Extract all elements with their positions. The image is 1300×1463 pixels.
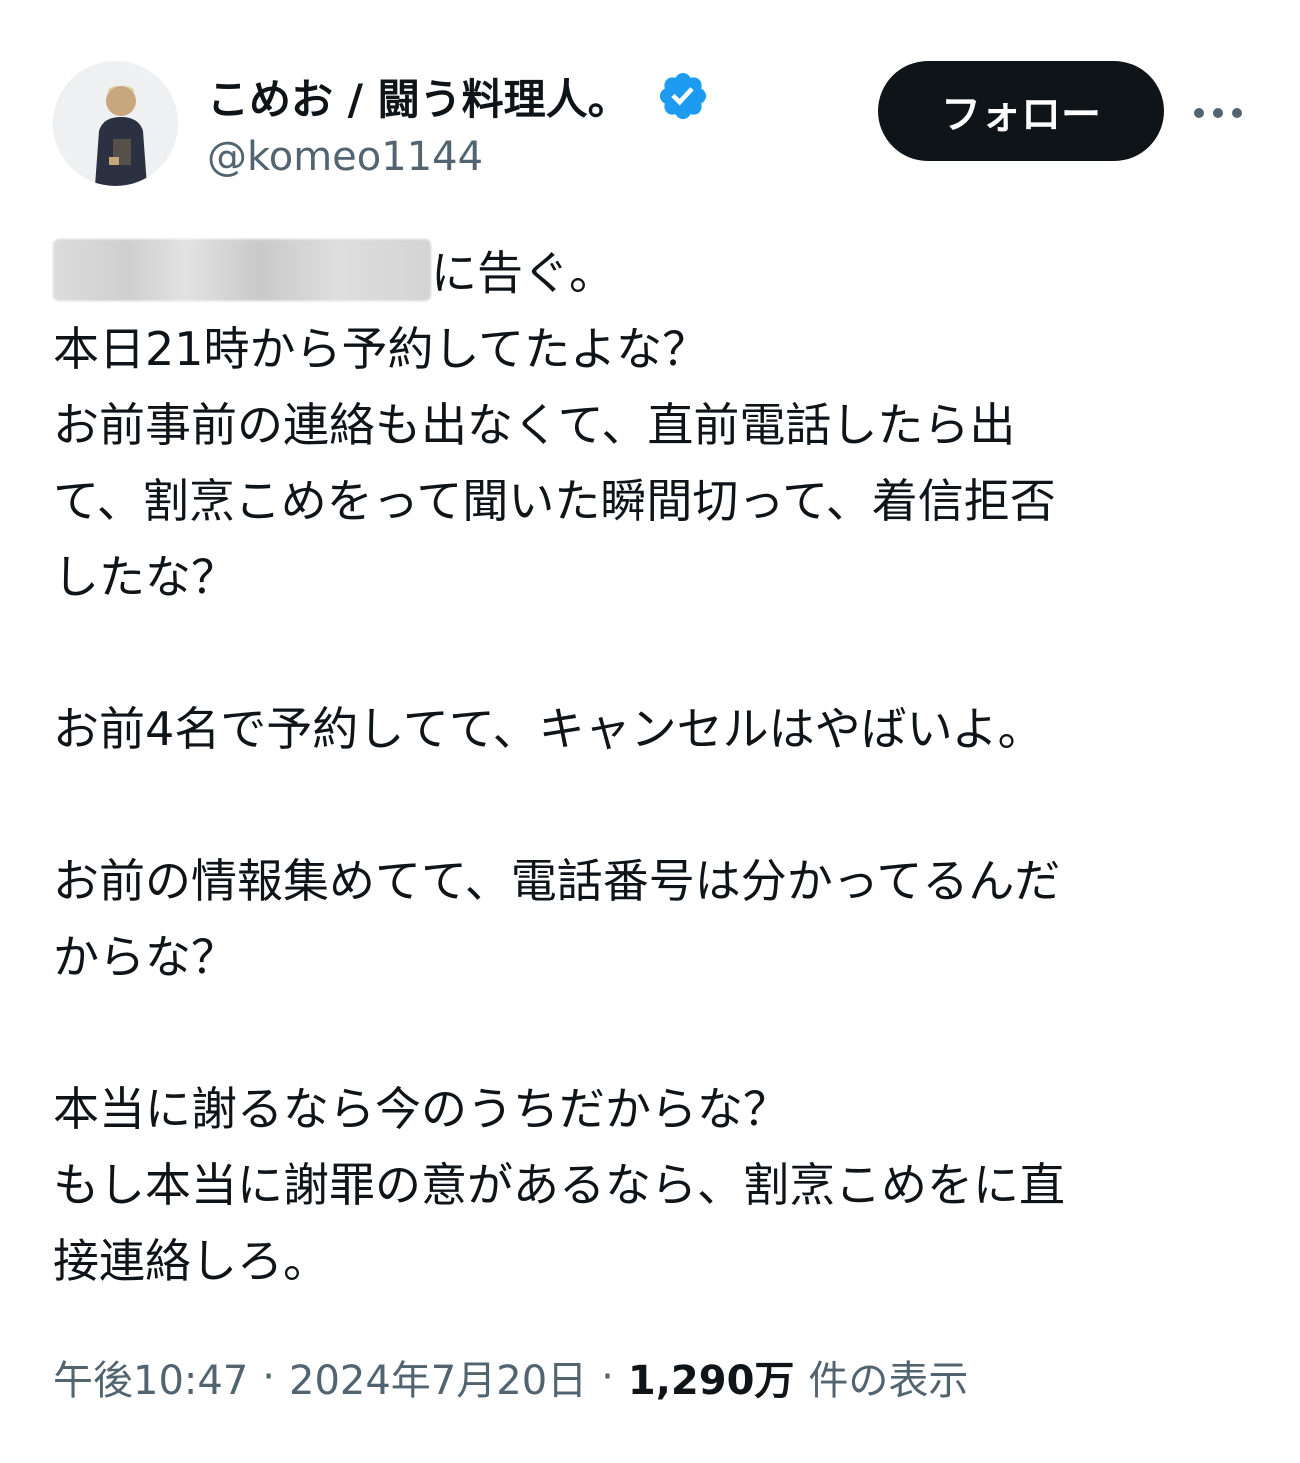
- author-display-name[interactable]: こめお / 闘う料理人。: [207, 66, 630, 127]
- tweet-time[interactable]: 午後10:47: [53, 1348, 248, 1406]
- tweet-line: もし本当に謝罪の意があるなら、割烹こめをに直: [53, 1158, 1065, 1212]
- views-count: 1,290万: [627, 1358, 795, 1404]
- tweet-line: お前4名で予約してて、キャンセルはやばいよ。: [53, 702, 1044, 756]
- tweet-first-line-text: に告ぐ。: [431, 246, 615, 300]
- tweet-meta: 午後10:47 · 2024年7月20日 · 1,290万 件の表示: [53, 1348, 968, 1406]
- verified-badge-icon[interactable]: [656, 69, 710, 123]
- avatar-image: [53, 61, 178, 186]
- meta-separator: ·: [262, 1354, 275, 1400]
- tweet-line: 本当に謝るなら今のうちだからな？: [53, 1082, 789, 1136]
- tweet-line: したな？: [53, 550, 237, 604]
- more-dot: [1213, 108, 1223, 118]
- redacted-mention: [53, 239, 431, 301]
- more-options-icon[interactable]: [1188, 88, 1248, 138]
- meta-separator: ·: [601, 1354, 614, 1400]
- tweet-card: こめお / 闘う料理人。 @komeo1144 フォロー に告ぐ。 本日21時か…: [0, 0, 1300, 1463]
- avatar[interactable]: [53, 61, 178, 186]
- tweet-text: に告ぐ。 本日21時から予約してたよな？ お前事前の連絡も出なくて、直前電話した…: [53, 235, 1253, 1299]
- tweet-line: からな？: [53, 930, 237, 984]
- tweet-line: 接連絡しろ。: [53, 1234, 329, 1288]
- views-label: 件の表示: [808, 1358, 969, 1404]
- tweet-date[interactable]: 2024年7月20日: [289, 1348, 587, 1406]
- tweet-line: て、割烹こめをって聞いた瞬間切って、着信拒否: [53, 474, 1056, 528]
- tweet-line: に告ぐ。: [53, 235, 1253, 311]
- more-dot: [1194, 108, 1204, 118]
- author-name-row: こめお / 闘う料理人。: [207, 66, 710, 126]
- tweet-line: お前事前の連絡も出なくて、直前電話したら出: [53, 398, 1016, 452]
- follow-button[interactable]: フォロー: [878, 61, 1164, 161]
- tweet-line: 本日21時から予約してたよな？: [53, 322, 709, 376]
- author-handle[interactable]: @komeo1144: [207, 134, 483, 180]
- more-dot: [1232, 108, 1242, 118]
- tweet-line: お前の情報集めてて、電話番号は分かってるんだ: [53, 854, 1061, 908]
